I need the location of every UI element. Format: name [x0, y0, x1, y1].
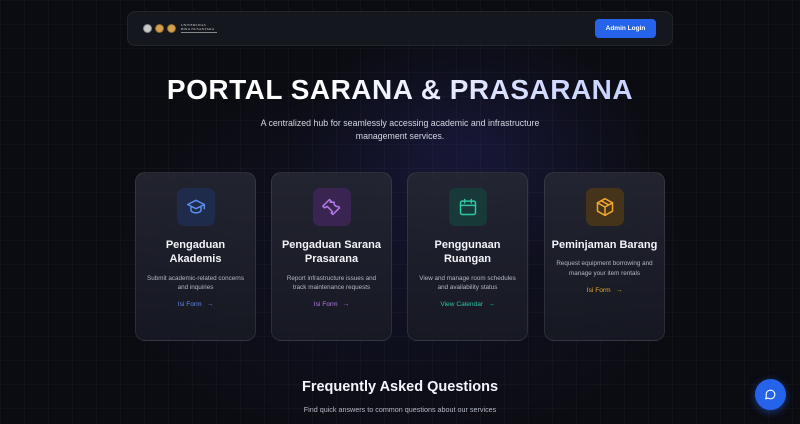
logo-underline	[181, 32, 217, 33]
faq-heading: Frequently Asked Questions	[301, 379, 499, 395]
card-link-label: Isi Form	[177, 301, 202, 309]
background-grid	[0, 0, 800, 424]
card-link-isi-form[interactable]: Isi Form →	[314, 301, 349, 308]
card-description: View and manage room schedules and avail…	[419, 274, 516, 292]
seal-icon	[143, 24, 152, 33]
page-subtitle: A centralized hub for seamlessly accessi…	[260, 118, 540, 141]
arrow-right-icon: →	[615, 287, 623, 295]
card-title: Peminjaman Barang	[551, 239, 658, 251]
card-link-view-calendar[interactable]: View Calendar →	[440, 301, 494, 308]
box-icon	[585, 188, 624, 226]
card-description: Submit academic-related concerns and inq…	[147, 274, 244, 292]
card-link-label: Isi Form	[586, 287, 611, 295]
card-title: Pengaduan Sarana Prasarana	[281, 239, 382, 266]
service-card-penggunaan-ruangan[interactable]: Penggunaan Ruangan View and manage room …	[407, 172, 528, 341]
logo-wordmark: UNIVERSITAS BINA NUSANTARA	[181, 23, 217, 33]
card-link-label: Isi Form	[313, 301, 338, 309]
admin-login-button[interactable]: Admin Login	[595, 19, 656, 38]
arrow-right-icon: →	[488, 301, 495, 309]
chat-button[interactable]	[755, 379, 786, 410]
card-title: Penggunaan Ruangan	[434, 239, 501, 266]
card-description: Request equipment borrowing and manage y…	[556, 260, 653, 277]
card-description: Report infrastructure issues and track m…	[286, 274, 377, 292]
card-title: Pengaduan Akademis	[165, 239, 226, 266]
logo-text-line2: BINA NUSANTARA	[181, 26, 215, 31]
wrench-icon	[312, 188, 351, 226]
arrow-right-icon: →	[206, 301, 214, 309]
card-link-isi-form[interactable]: Isi Form →	[587, 287, 622, 294]
university-logo[interactable]: UNIVERSITAS BINA NUSANTARA	[143, 23, 217, 33]
card-link-isi-form[interactable]: Isi Form →	[178, 301, 213, 308]
graduation-cap-icon	[176, 188, 215, 226]
top-navbar: UNIVERSITAS BINA NUSANTARA Admin Login	[127, 11, 673, 46]
faq-subtitle: Find quick answers to common questions a…	[303, 405, 497, 414]
service-card-pengaduan-sarana[interactable]: Pengaduan Sarana Prasarana Report infras…	[271, 172, 392, 341]
chat-bubble-icon	[765, 389, 776, 400]
arrow-right-icon: →	[342, 301, 350, 309]
calendar-icon	[448, 188, 487, 226]
card-link-label: View Calendar	[440, 301, 484, 309]
crest-icon	[167, 24, 176, 33]
emblem-icon	[155, 24, 164, 33]
service-card-peminjaman-barang[interactable]: Peminjaman Barang Request equipment borr…	[544, 172, 665, 341]
service-card-pengaduan-akademis[interactable]: Pengaduan Akademis Submit academic-relat…	[135, 172, 256, 341]
page-title: PORTAL SARANA & PRASARANA	[0, 74, 800, 106]
